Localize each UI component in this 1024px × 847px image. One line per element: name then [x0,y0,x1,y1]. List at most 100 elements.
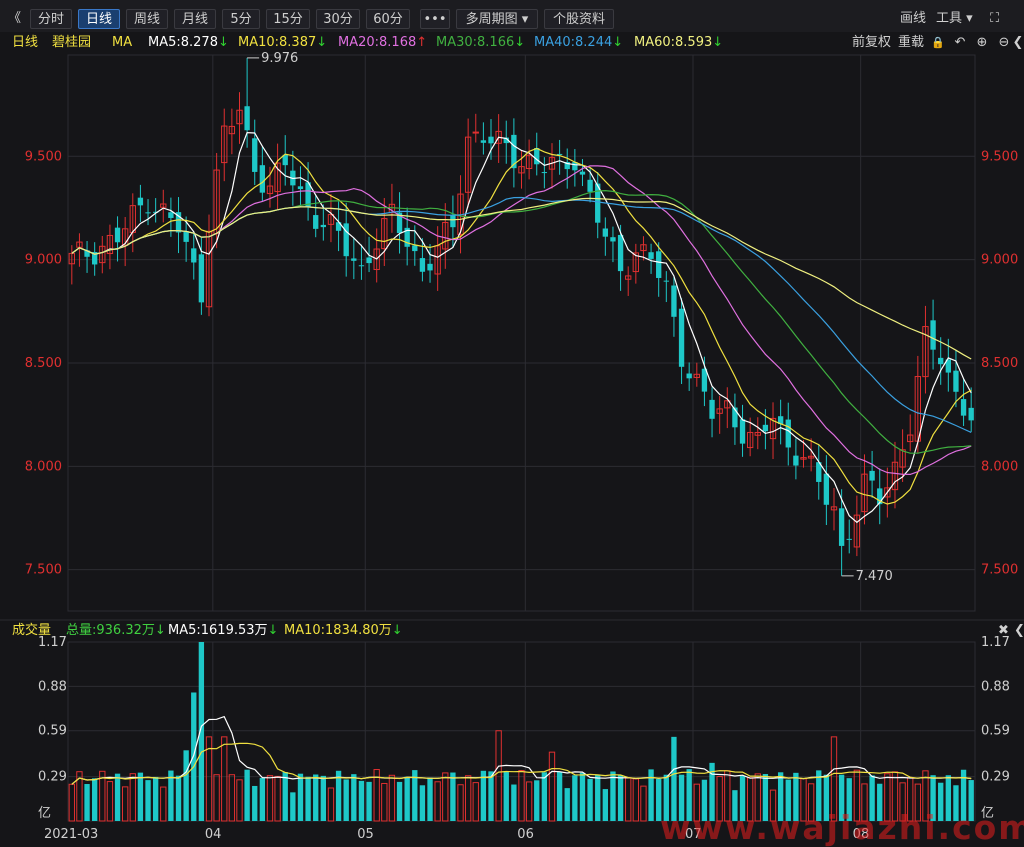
candle-body [709,399,715,419]
ma10-line [71,147,972,505]
candle-body [656,251,662,278]
volume-bar [427,777,433,821]
volume-axis-label-right: 0.29 [981,770,1010,785]
volume-bar [556,771,563,821]
price-axis-label-right: 8.000 [981,459,1018,474]
candle-body [587,179,593,192]
volume-bar [488,771,494,821]
volume-bar [68,783,75,822]
volume-bar [106,781,114,822]
volume-bar [617,775,624,821]
candle-body [145,212,151,214]
volume-bar [610,771,616,821]
volume-bar [121,786,129,822]
candle-body [313,215,319,229]
volume-bar [602,789,609,821]
candle-body [427,263,433,271]
x-axis-label: 2021-03 [44,827,98,842]
volume-bar [480,770,487,821]
candle-body [838,508,845,546]
volume-bar [587,778,593,821]
candle-body [488,136,494,144]
price-axis-label-right: 9.500 [981,149,1018,164]
volume-bar [434,781,441,822]
candle-body [678,308,685,367]
candle-body [450,214,456,228]
volume-bar [228,774,236,822]
candle-body [846,538,852,540]
candle-body [762,424,769,432]
candle-body [191,248,197,263]
volume-bar [343,779,349,821]
volume-ma10: MA10:1834.80万↓ [284,623,403,638]
candle-body [968,407,974,421]
candle-body [617,234,624,272]
volume-bar [525,781,533,822]
volume-bar [464,775,472,822]
candle-body [960,399,967,416]
candle-body [472,131,479,134]
candle-body [366,257,372,264]
volume-bar [548,751,556,822]
candle-body [183,231,189,242]
candle-body [671,285,677,317]
candle-body [785,419,791,448]
volume-bar [579,772,586,821]
volume-bar [191,692,197,821]
volume-axis-label-left: 0.88 [38,679,67,694]
volume-bar [297,773,304,821]
x-axis-label: 06 [517,827,534,842]
candle-body [358,265,365,267]
volume-bar [495,730,502,822]
candle-body [480,140,487,143]
volume-bar [442,772,449,822]
candle-body [953,370,959,392]
volume-bar [511,784,517,821]
candle-body [823,473,830,505]
expand-volume-icon[interactable]: ❮ [1014,622,1024,640]
low-price-label: 7.470 [856,569,893,584]
volume-bar [632,778,639,822]
candle-body [168,212,174,218]
candle-body [938,357,944,365]
ma20-line [71,165,972,476]
volume-bar [388,774,396,822]
volume-bar [541,772,548,821]
volume-bar [175,775,182,821]
price-axis-label-left: 8.500 [25,356,62,371]
candle-body [534,148,540,165]
candle-body [252,138,258,172]
candle-body [610,237,616,242]
volume-bar [457,784,464,822]
close-volume-icon[interactable]: ✖ [998,622,1009,640]
kline-chart-area[interactable]: 9.500 9.500 9.000 9.000 8.500 8.500 8.000 8.000… [0,0,1024,844]
volume-bar [305,776,311,821]
candle-body [412,245,418,252]
volume-bar [266,775,274,822]
volume-bar [327,787,335,822]
volume-axis-label-left: 0.29 [38,770,67,785]
price-axis-label-left: 8.000 [25,459,62,474]
candle-body [793,455,799,466]
volume-bar [274,775,281,822]
volume-bar [503,771,509,821]
volume-title: 成交量 [12,623,52,638]
volume-bar [259,777,266,821]
volume-bar [534,780,540,821]
volume-bar [213,774,220,822]
volume-bar [595,774,601,821]
price-axis-label-left: 9.500 [25,149,62,164]
candle-body [137,197,144,206]
volume-bar [137,772,144,821]
candle-body [320,224,326,228]
volume-bar [404,776,410,821]
price-axis-label-right: 9.000 [981,253,1018,268]
volume-bar [450,772,456,821]
volume-bar [290,792,296,821]
candle-body [419,258,426,272]
volume-bar [381,782,388,822]
volume-bar [351,774,357,821]
volume-bar [320,775,326,821]
candle-body [114,227,121,243]
volume-axis-label-left: 0.59 [38,724,67,739]
